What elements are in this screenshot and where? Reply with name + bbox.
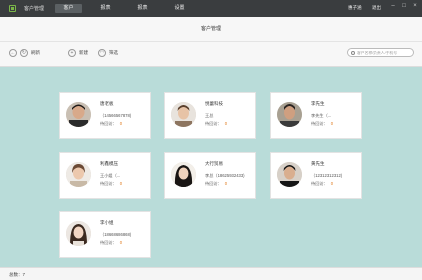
customer-card[interactable]: 黄先生 （12312312312) 待回访： 0 <box>270 152 362 199</box>
add-icon[interactable]: + <box>68 49 76 57</box>
customer-contact: 王小姐（... <box>100 173 121 178</box>
nav-item-reports-1[interactable]: 报表 <box>92 4 119 13</box>
filter-icon[interactable]: ◠ <box>98 49 106 57</box>
pending-visits: 待回访： 0 <box>100 240 123 245</box>
logout-button[interactable]: 退出 <box>372 5 381 11</box>
divider <box>0 41 422 42</box>
maximize-icon[interactable]: □ <box>401 3 407 9</box>
customer-name: 黄先生 <box>311 161 325 166</box>
page-title: 客户管理 <box>200 26 221 32</box>
refresh-button[interactable]: 刷新 <box>31 50 40 56</box>
current-user[interactable]: 惠子涵 <box>348 5 362 11</box>
pending-visits: 待回访： 0 <box>100 181 123 186</box>
avatar <box>66 162 91 187</box>
toolbar-refresh-group: ← ↻ 刷新 <box>9 49 40 57</box>
search-input[interactable] <box>356 50 413 55</box>
close-icon[interactable]: × <box>412 3 418 9</box>
main-nav: 客户 报表 报表 设置 <box>55 4 203 13</box>
customer-name: 唐老板 <box>100 101 114 106</box>
filter-button[interactable]: 筛选 <box>109 50 118 56</box>
nav-item-reports-2[interactable]: 报表 <box>129 4 156 13</box>
customer-contact: （18668686868) <box>100 232 132 237</box>
add-button[interactable]: 新建 <box>79 50 88 56</box>
customer-card[interactable]: 唐老板 （14566567878) 待回访： 0 <box>59 92 151 139</box>
total-count: 总数：7 <box>9 272 26 277</box>
customer-card[interactable]: 李先生 李先生（... 待回访： 0 <box>270 92 362 139</box>
pending-visits: 待回访： 0 <box>205 121 228 126</box>
customer-contact: （14566567878) <box>100 113 132 118</box>
customer-name: 大行贸易 <box>205 161 223 166</box>
sub-header: 客户管理 ← ↻ 刷新 + 新建 ◠ 筛选 <box>0 17 422 67</box>
customer-card[interactable]: 利鑫模压 王小姐（... 待回访： 0 <box>59 152 151 199</box>
top-bar: 客户管理 客户 报表 报表 设置 惠子涵 退出 – □ × <box>0 0 422 17</box>
window-controls: – □ × <box>390 3 418 9</box>
refresh-icon[interactable]: ↻ <box>20 49 28 57</box>
customer-name: 李先生 <box>311 101 325 106</box>
customer-contact: （12312312312) <box>311 173 343 178</box>
app-brand: 客户管理 <box>24 6 45 12</box>
customer-name: 李小姐 <box>100 220 114 225</box>
toolbar-filter-group: ◠ 筛选 <box>98 49 118 57</box>
app-logo-icon <box>9 5 16 12</box>
search-box[interactable] <box>347 48 414 57</box>
customer-card[interactable]: 李小姐 （18668686868) 待回访： 0 <box>59 211 151 258</box>
avatar <box>66 221 91 246</box>
pending-visits: 待回访： 0 <box>205 181 228 186</box>
customer-contact: 李先生（... <box>311 113 332 118</box>
status-footer: 总数：7 <box>0 267 422 280</box>
customer-name: 悦蕾科技 <box>205 101 223 106</box>
avatar <box>171 102 196 127</box>
pending-visits: 待回访： 0 <box>311 181 334 186</box>
search-icon <box>351 50 355 55</box>
avatar <box>171 162 196 187</box>
pending-visits: 待回访： 0 <box>100 121 123 126</box>
avatar <box>66 102 91 127</box>
customer-contact: 王总 <box>205 113 214 118</box>
avatar <box>277 102 302 127</box>
toolbar-add-group: + 新建 <box>68 49 88 57</box>
pending-visits: 待回访： 0 <box>311 121 334 126</box>
nav-item-customers[interactable]: 客户 <box>55 4 82 13</box>
customer-card[interactable]: 大行贸易 李总（18625932433) 待回访： 0 <box>164 152 256 199</box>
customer-name: 利鑫模压 <box>100 161 118 166</box>
avatar <box>277 162 302 187</box>
minimize-icon[interactable]: – <box>390 3 396 9</box>
back-icon[interactable]: ← <box>9 49 17 57</box>
nav-item-settings[interactable]: 设置 <box>166 4 193 13</box>
customer-card[interactable]: 悦蕾科技 王总 待回访： 0 <box>164 92 256 139</box>
customer-contact: 李总（18625932433) <box>205 173 245 178</box>
